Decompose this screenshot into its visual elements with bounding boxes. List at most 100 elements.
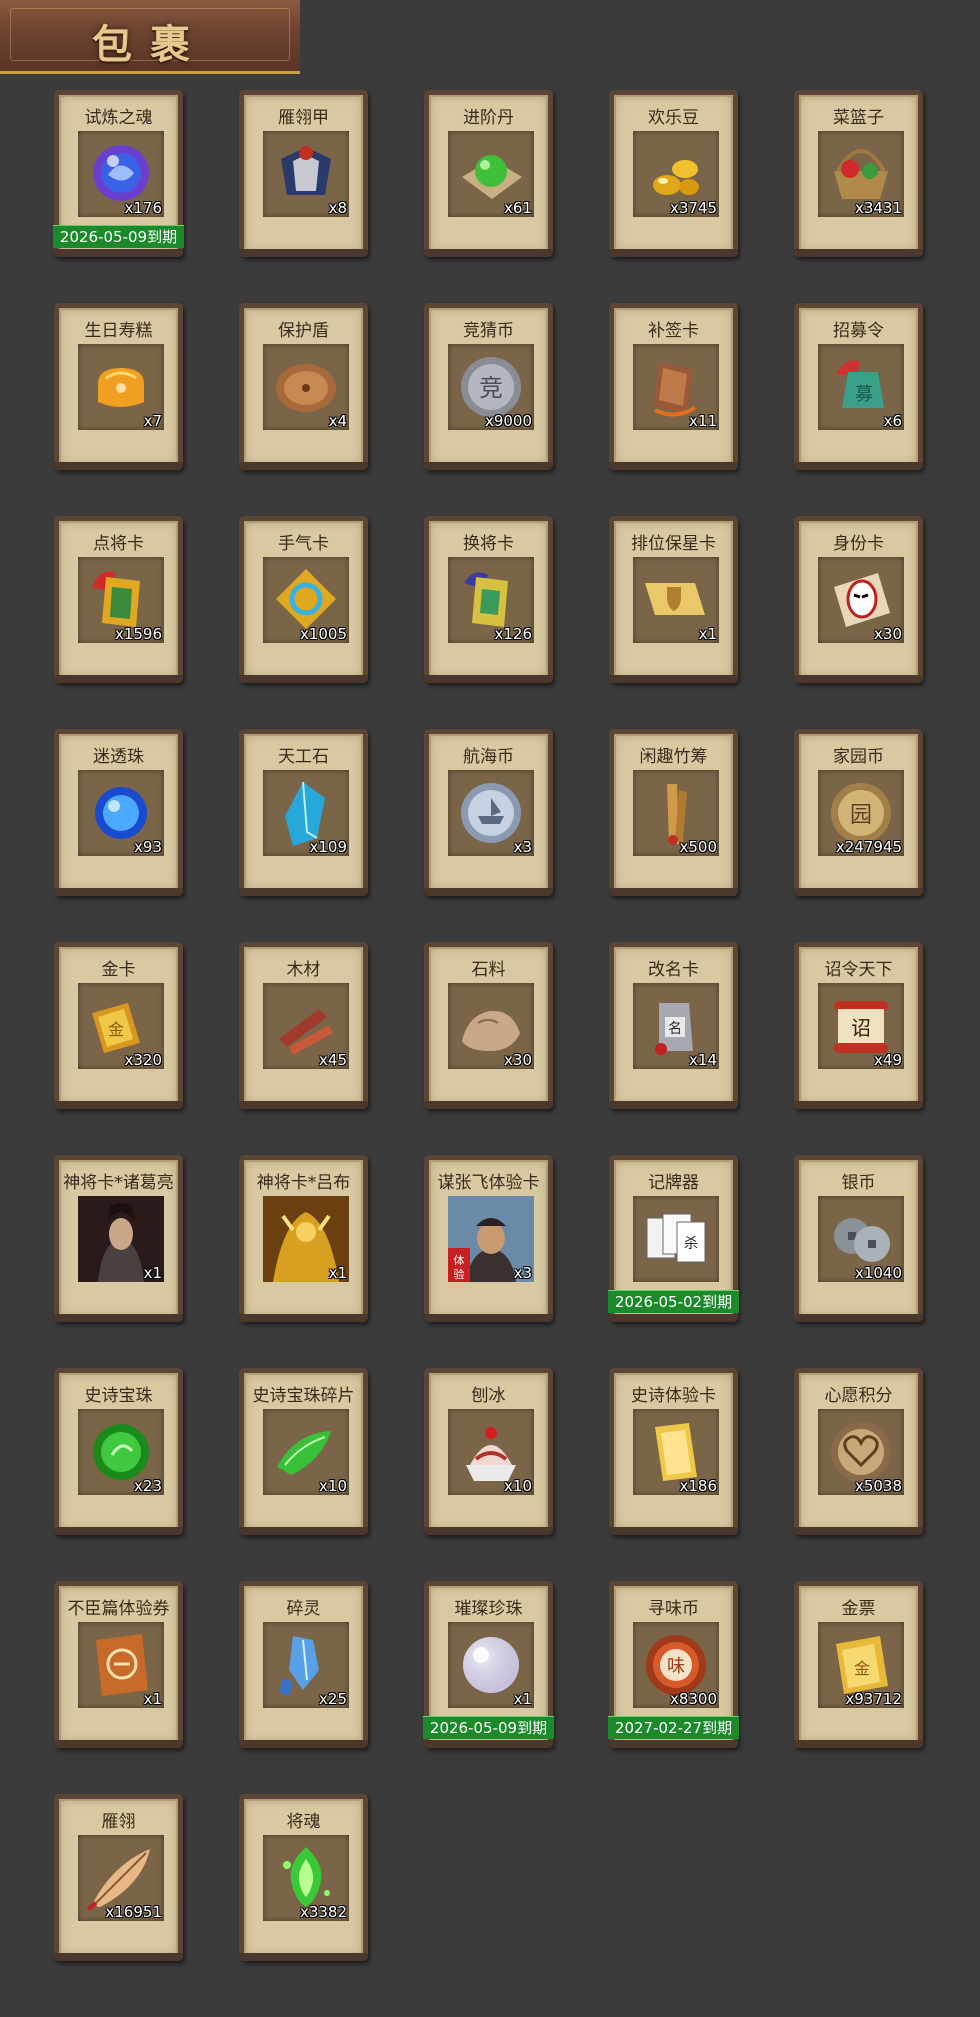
page-title: 包裹: [92, 21, 208, 68]
expiry-banner: 2026-05-09到期: [53, 225, 184, 248]
item-name: 诏令天下: [824, 960, 893, 980]
item-quantity: x25: [319, 1690, 347, 1708]
inventory-item[interactable]: 补签卡 x11: [609, 303, 738, 470]
item-icon-slot: x1: [78, 1196, 164, 1282]
svg-text:金: 金: [108, 1020, 124, 1039]
item-icon-slot: 体验 x3: [448, 1196, 534, 1282]
item-name: 航海币: [463, 747, 514, 767]
item-quantity: x126: [494, 625, 532, 643]
inventory-item[interactable]: 菜篮子 x3431: [794, 90, 923, 257]
item-name: 谋张飞体验卡: [437, 1173, 540, 1193]
svg-text:名: 名: [668, 1021, 682, 1037]
item-quantity: x30: [874, 625, 902, 643]
inventory-item[interactable]: 木材 x45: [239, 942, 368, 1109]
item-name: 璀璨珍珠: [454, 1599, 523, 1619]
inventory-item[interactable]: 航海币 x3: [424, 729, 553, 896]
inventory-item[interactable]: 史诗宝珠 x23: [54, 1368, 183, 1535]
inventory-item[interactable]: 招募令募 x6: [794, 303, 923, 470]
item-quantity: x1040: [854, 1264, 902, 1282]
inventory-item[interactable]: 家园币园 x247945: [794, 729, 923, 896]
item-quantity: x1005: [299, 625, 347, 643]
svg-text:体: 体: [454, 1253, 465, 1267]
item-quantity: x186: [679, 1477, 717, 1495]
item-name: 试炼之魂: [84, 108, 153, 128]
item-name: 神将卡*吕布: [256, 1173, 351, 1193]
item-icon-slot: x30: [448, 983, 534, 1069]
item-name: 欢乐豆: [648, 108, 699, 128]
svg-text:验: 验: [454, 1267, 465, 1281]
inventory-item[interactable]: 排位保星卡 x1: [609, 516, 738, 683]
inventory-item[interactable]: 欢乐豆 x3745: [609, 90, 738, 257]
svg-text:园: 园: [850, 803, 872, 828]
item-name: 史诗宝珠碎片: [252, 1386, 355, 1406]
item-quantity: x1: [328, 1264, 347, 1282]
inventory-item[interactable]: 进阶丹 x61: [424, 90, 553, 257]
inventory-item[interactable]: 闲趣竹筹 x500: [609, 729, 738, 896]
item-quantity: x30: [504, 1051, 532, 1069]
item-name: 心愿积分: [824, 1386, 893, 1406]
inventory-item[interactable]: 天工石 x109: [239, 729, 368, 896]
inventory-item[interactable]: 试炼之魂 x176 2026-05-09到期: [53, 90, 184, 257]
item-quantity: x3431: [854, 199, 902, 217]
item-quantity: x1596: [114, 625, 162, 643]
item-icon-slot: 园 x247945: [818, 770, 904, 856]
inventory-item[interactable]: 将魂 x3382: [239, 1794, 368, 1961]
item-name: 刨冰: [471, 1386, 506, 1406]
item-name: 碎灵: [286, 1599, 321, 1619]
item-icon-slot: 诏 x49: [818, 983, 904, 1069]
item-quantity: x9000: [484, 412, 532, 430]
inventory-item[interactable]: 谋张飞体验卡体验 x3: [424, 1155, 553, 1322]
inventory-item[interactable]: 石料 x30: [424, 942, 553, 1109]
inventory-item[interactable]: 雁翎甲 x8: [239, 90, 368, 257]
inventory-item[interactable]: 诏令天下诏 x49: [794, 942, 923, 1109]
item-name: 迷透珠: [93, 747, 144, 767]
inventory-item[interactable]: 神将卡*诸葛亮 x1: [54, 1155, 183, 1322]
item-name: 金票: [841, 1599, 876, 1619]
inventory-item[interactable]: 碎灵 x25: [239, 1581, 368, 1748]
item-quantity: x247945: [835, 838, 902, 856]
inventory-item[interactable]: 保护盾 x4: [239, 303, 368, 470]
item-quantity: x3382: [299, 1903, 347, 1921]
inventory-item[interactable]: 金卡金 x320: [54, 942, 183, 1109]
inventory-item[interactable]: 金票金 x93712: [794, 1581, 923, 1748]
inventory-item[interactable]: 银币 x1040: [794, 1155, 923, 1322]
inventory-item[interactable]: 换将卡 x126: [424, 516, 553, 683]
item-quantity: x10: [319, 1477, 347, 1495]
item-quantity: x109: [309, 838, 347, 856]
inventory-item[interactable]: 心愿积分 x5038: [794, 1368, 923, 1535]
inventory-item[interactable]: 点将卡 x1596: [54, 516, 183, 683]
item-icon-slot: x1: [78, 1622, 164, 1708]
inventory-item[interactable]: 刨冰 x10: [424, 1368, 553, 1535]
item-quantity: x45: [319, 1051, 347, 1069]
item-icon-slot: x16951: [78, 1835, 164, 1921]
item-icon-slot: x500: [633, 770, 719, 856]
item-name: 神将卡*诸葛亮: [63, 1173, 174, 1193]
inventory-item[interactable]: 神将卡*吕布 x1: [239, 1155, 368, 1322]
item-icon-slot: x1005: [263, 557, 349, 643]
svg-text:金: 金: [854, 1659, 870, 1678]
item-icon-slot: x109: [263, 770, 349, 856]
inventory-item[interactable]: 不臣篇体验券 x1: [54, 1581, 183, 1748]
inventory-item[interactable]: 史诗宝珠碎片 x10: [239, 1368, 368, 1535]
svg-text:竞: 竞: [479, 374, 503, 402]
item-name: 家园币: [833, 747, 884, 767]
item-name: 排位保星卡: [631, 534, 716, 554]
inventory-item[interactable]: 史诗体验卡 x186: [609, 1368, 738, 1535]
inventory-item[interactable]: 寻味币味 x8300 2027-02-27到期: [608, 1581, 739, 1748]
item-icon-slot: x10: [263, 1409, 349, 1495]
inventory-item[interactable]: 身份卡 x30: [794, 516, 923, 683]
item-name: 寻味币: [648, 1599, 699, 1619]
item-quantity: x3: [513, 838, 532, 856]
item-name: 石料: [471, 960, 506, 980]
inventory-item[interactable]: 雁翎 x16951: [54, 1794, 183, 1961]
inventory-item[interactable]: 改名卡名 x14: [609, 942, 738, 1109]
inventory-item[interactable]: 生日寿糕 x7: [54, 303, 183, 470]
inventory-item[interactable]: 竞猜币竞 x9000: [424, 303, 553, 470]
item-icon-slot: x7: [78, 344, 164, 430]
inventory-item[interactable]: 璀璨珍珠 x1 2026-05-09到期: [423, 1581, 554, 1748]
item-name: 闲趣竹筹: [639, 747, 708, 767]
inventory-item[interactable]: 迷透珠 x93: [54, 729, 183, 896]
inventory-item[interactable]: 记牌器杀 2026-05-02到期: [608, 1155, 739, 1322]
item-icon-slot: x1040: [818, 1196, 904, 1282]
inventory-item[interactable]: 手气卡 x1005: [239, 516, 368, 683]
